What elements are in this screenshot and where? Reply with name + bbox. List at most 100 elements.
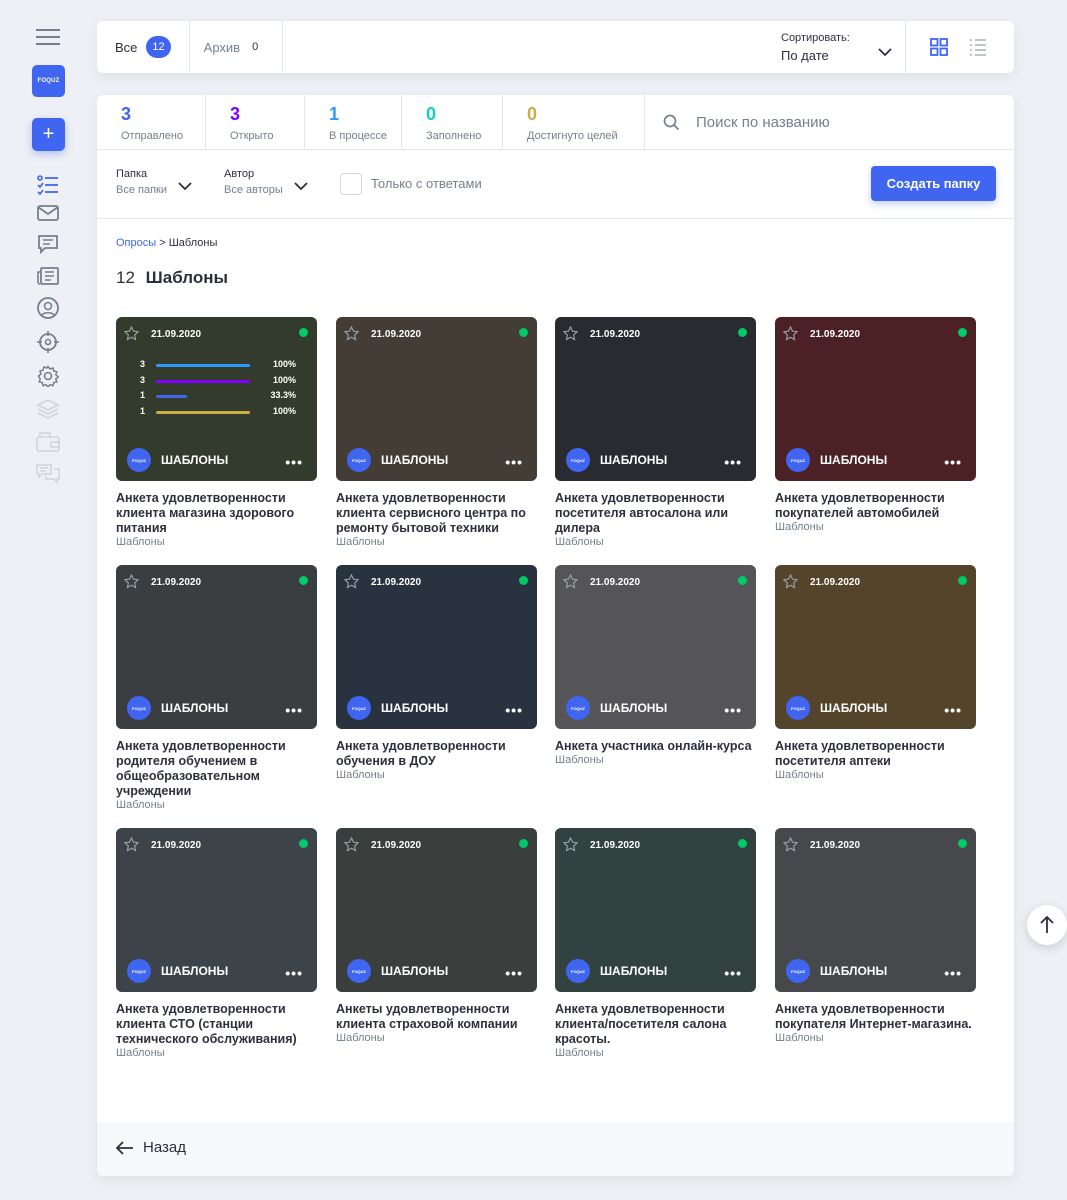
survey-thumbnail[interactable]: 21.09.2020 FOQUZ ШАБЛОНЫ ••• <box>336 565 537 729</box>
survey-thumbnail[interactable]: 21.09.2020 FOQUZ ШАБЛОНЫ ••• <box>336 828 537 992</box>
brand-logo[interactable]: FOQUZ <box>32 65 65 97</box>
search-field[interactable]: Поиск по названию <box>663 95 830 150</box>
back-button[interactable]: Назад <box>116 1139 186 1156</box>
mail-icon[interactable] <box>36 201 60 225</box>
status-dot <box>958 576 967 585</box>
survey-name[interactable]: Анкета удовлетворенности клиента/посетит… <box>555 1002 756 1047</box>
author-filter[interactable]: Автор Все авторы <box>224 168 308 196</box>
more-icon[interactable]: ••• <box>724 966 742 980</box>
survey-folder: Шаблоны <box>116 536 165 548</box>
survey-card[interactable]: 21.09.2020 FOQUZ ШАБЛОНЫ ••• Анкета удовлетв… <box>116 828 317 1059</box>
survey-card[interactable]: 21.09.2020 FOQUZ ШАБЛОНЫ ••• Анкеты удовлетв… <box>336 828 537 1044</box>
wallet-icon[interactable] <box>36 430 60 454</box>
survey-card[interactable]: 21.09.2020 FOQUZ ШАБЛОНЫ ••• Анкета удовлетв… <box>555 828 756 1059</box>
star-icon[interactable] <box>344 326 359 341</box>
survey-name[interactable]: Анкета удовлетворенности посетителя апте… <box>775 739 976 769</box>
survey-card[interactable]: 21.09.2020 FOQUZ ШАБЛОНЫ ••• 3 100% 3 100% 1 33.3… <box>116 317 317 548</box>
survey-name[interactable]: Анкета удовлетворенности родителя обучен… <box>116 739 317 799</box>
survey-name[interactable]: Анкета удовлетворенности клиента СТО (ст… <box>116 1002 317 1047</box>
survey-name[interactable]: Анкета удовлетворенности покупателей авт… <box>775 491 976 521</box>
star-icon[interactable] <box>124 574 139 589</box>
star-icon[interactable] <box>563 326 578 341</box>
survey-name[interactable]: Анкета удовлетворенности обучения в ДОУ <box>336 739 537 769</box>
layers-icon[interactable] <box>36 397 60 421</box>
folder-filter[interactable]: Папка Все папки <box>116 168 192 196</box>
survey-name[interactable]: Анкета удовлетворенности покупателя Инте… <box>775 1002 976 1032</box>
star-icon[interactable] <box>563 837 578 852</box>
target-icon[interactable] <box>36 330 60 354</box>
star-icon[interactable] <box>783 574 798 589</box>
survey-name[interactable]: Анкета удовлетворенности клиента сервисн… <box>336 491 537 536</box>
survey-thumbnail[interactable]: 21.09.2020 FOQUZ ШАБЛОНЫ ••• <box>775 828 976 992</box>
only-answers-checkbox[interactable] <box>340 173 362 195</box>
star-icon[interactable] <box>344 837 359 852</box>
more-icon[interactable]: ••• <box>724 455 742 469</box>
star-icon[interactable] <box>783 326 798 341</box>
author-filter-value: Все авторы <box>224 184 283 196</box>
survey-card[interactable]: 21.09.2020 FOQUZ ШАБЛОНЫ ••• Анкета удовлетв… <box>775 317 976 533</box>
more-icon[interactable]: ••• <box>285 966 303 980</box>
list-view-icon[interactable] <box>969 38 987 56</box>
survey-folder: Шаблоны <box>775 1032 824 1044</box>
survey-folder: Шаблоны <box>336 536 385 548</box>
tab-all[interactable]: Все 12 <box>97 21 190 73</box>
filters-bar: Папка Все папки Автор Все авторы Только … <box>97 151 1014 219</box>
star-icon[interactable] <box>563 574 578 589</box>
more-icon[interactable]: ••• <box>285 455 303 469</box>
more-icon[interactable]: ••• <box>724 703 742 717</box>
survey-card[interactable]: 21.09.2020 FOQUZ ШАБЛОНЫ ••• Анкета удовлетв… <box>336 317 537 548</box>
survey-folder: Шаблоны <box>116 1047 165 1059</box>
user-circle-icon[interactable] <box>36 296 60 320</box>
survey-thumbnail[interactable]: 21.09.2020 FOQUZ ШАБЛОНЫ ••• <box>116 828 317 992</box>
menu-icon[interactable] <box>36 27 60 47</box>
star-icon[interactable] <box>783 837 798 852</box>
survey-thumbnail[interactable]: 21.09.2020 FOQUZ ШАБЛОНЫ ••• 3 100% 3 100% 1 33.3… <box>116 317 317 481</box>
survey-card[interactable]: 21.09.2020 FOQUZ ШАБЛОНЫ ••• Анкета удовлетв… <box>775 565 976 781</box>
survey-thumbnail[interactable]: 21.09.2020 FOQUZ ШАБЛОНЫ ••• <box>555 565 756 729</box>
survey-thumbnail[interactable]: 21.09.2020 FOQUZ ШАБЛОНЫ ••• <box>116 565 317 729</box>
survey-thumbnail[interactable]: 21.09.2020 FOQUZ ШАБЛОНЫ ••• <box>336 317 537 481</box>
survey-thumbnail[interactable]: 21.09.2020 FOQUZ ШАБЛОНЫ ••• <box>775 317 976 481</box>
star-icon[interactable] <box>124 326 139 341</box>
add-button[interactable]: + <box>32 118 65 151</box>
more-icon[interactable]: ••• <box>944 966 962 980</box>
news-icon[interactable] <box>36 264 60 288</box>
gear-icon[interactable] <box>36 364 60 388</box>
more-icon[interactable]: ••• <box>505 966 523 980</box>
survey-folder: Шаблоны <box>336 1032 385 1044</box>
survey-card[interactable]: 21.09.2020 FOQUZ ШАБЛОНЫ ••• Анкета удовлетв… <box>116 565 317 811</box>
survey-name[interactable]: Анкеты удовлетворенности клиента страхов… <box>336 1002 537 1032</box>
more-icon[interactable]: ••• <box>505 455 523 469</box>
sort-select[interactable]: Сортировать: По дате <box>781 32 892 63</box>
survey-date: 21.09.2020 <box>151 840 202 851</box>
survey-card[interactable]: 21.09.2020 FOQUZ ШАБЛОНЫ ••• Анкета участник… <box>555 565 756 766</box>
only-answers-label: Только с ответами <box>371 176 482 191</box>
survey-thumbnail[interactable]: 21.09.2020 FOQUZ ШАБЛОНЫ ••• <box>775 565 976 729</box>
survey-card[interactable]: 21.09.2020 FOQUZ ШАБЛОНЫ ••• Анкета удовлетв… <box>775 828 976 1044</box>
survey-name[interactable]: Анкета удовлетворенности клиента магазин… <box>116 491 317 536</box>
back-label: Назад <box>143 1139 186 1156</box>
survey-card[interactable]: 21.09.2020 FOQUZ ШАБЛОНЫ ••• Анкета удовлетв… <box>555 317 756 548</box>
list-check-icon[interactable] <box>36 173 60 197</box>
survey-thumbnail[interactable]: 21.09.2020 FOQUZ ШАБЛОНЫ ••• <box>555 828 756 992</box>
search-input[interactable]: Поиск по названию <box>696 114 830 131</box>
create-folder-button[interactable]: Создать папку <box>871 166 996 201</box>
more-icon[interactable]: ••• <box>944 703 962 717</box>
status-dot <box>519 328 528 337</box>
more-icon[interactable]: ••• <box>505 703 523 717</box>
breadcrumb-root[interactable]: Опросы <box>116 237 156 249</box>
star-icon[interactable] <box>124 837 139 852</box>
more-icon[interactable]: ••• <box>285 703 303 717</box>
tab-archive[interactable]: Архив 0 <box>190 21 284 73</box>
survey-name[interactable]: Анкета удовлетворенности посетителя авто… <box>555 491 756 536</box>
survey-name[interactable]: Анкета участника онлайн-курса <box>555 739 756 754</box>
star-icon[interactable] <box>344 574 359 589</box>
grid-view-icon[interactable] <box>930 38 948 56</box>
stat-value: 0 <box>527 104 538 124</box>
chat-list-icon[interactable] <box>36 462 60 486</box>
more-icon[interactable]: ••• <box>944 455 962 469</box>
comment-list-icon[interactable] <box>36 232 60 256</box>
survey-thumbnail[interactable]: 21.09.2020 FOQUZ ШАБЛОНЫ ••• <box>555 317 756 481</box>
scroll-top-button[interactable] <box>1027 905 1067 945</box>
survey-card[interactable]: 21.09.2020 FOQUZ ШАБЛОНЫ ••• Анкета удовлетв… <box>336 565 537 781</box>
